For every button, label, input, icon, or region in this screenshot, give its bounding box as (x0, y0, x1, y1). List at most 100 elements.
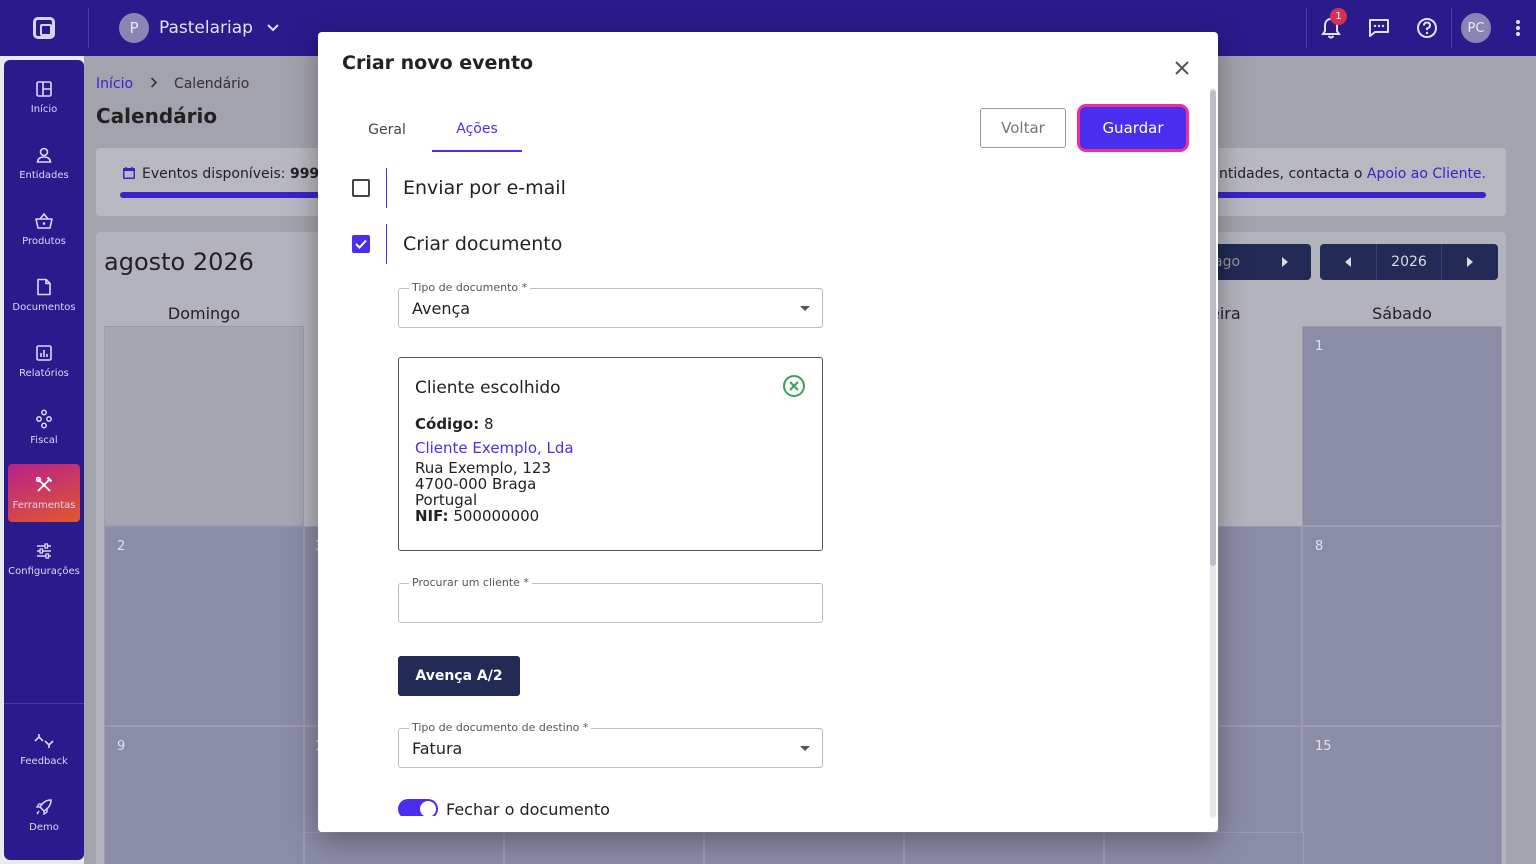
create-document-checkbox[interactable] (352, 235, 370, 253)
tab-geral[interactable]: Geral (342, 108, 432, 152)
create-document-label: Criar documento (403, 233, 563, 255)
tab-acoes[interactable]: Ações (432, 108, 522, 152)
dialog-title: Criar novo evento (342, 52, 534, 74)
document-type-label: Tipo de documento * (409, 281, 531, 294)
calendar-cell-bottom (904, 832, 1104, 864)
back-button[interactable]: Voltar (980, 108, 1066, 148)
rocket-icon (35, 798, 52, 815)
action-divider (386, 224, 387, 264)
chat-icon (1369, 19, 1389, 37)
action-create-document: Criar documento (352, 224, 562, 264)
sidebar-item-demo[interactable]: Demo (8, 786, 80, 844)
calendar-cell-7[interactable] (1218, 526, 1302, 726)
avatar: PC (1461, 13, 1491, 43)
sidebar-item-label: Entidades (19, 169, 69, 181)
close-button[interactable] (1170, 56, 1194, 80)
help-button[interactable] (1403, 0, 1451, 56)
dashboard-icon (36, 80, 52, 97)
sidebar-item-label: Produtos (22, 235, 66, 247)
sidebar-item-label: Documentos (12, 301, 76, 313)
selected-client-title: Cliente escolhido (415, 378, 561, 398)
client-address-line1: Rua Exemplo, 123 (415, 459, 551, 477)
events-available: Eventos disponíveis: 999 d (122, 166, 333, 182)
destination-document-type-label: Tipo de documento de destino * (409, 721, 592, 734)
support-link[interactable]: Apoio ao Cliente. (1367, 166, 1486, 182)
calendar-month-title: agosto 2026 (104, 248, 254, 276)
document-type-select[interactable]: Tipo de documento * Avença (398, 281, 823, 328)
sidebar-item-documentos[interactable]: Documentos (8, 266, 80, 324)
notifications-button[interactable]: 1 (1307, 0, 1355, 56)
tools-icon (35, 476, 53, 492)
more-button[interactable] (1500, 0, 1536, 56)
breadcrumb: Início Calendário (96, 76, 249, 92)
year-next-button[interactable] (1442, 244, 1498, 280)
sidebar-item-feedback[interactable]: Feedback (8, 720, 80, 778)
breadcrumb-separator-icon (150, 76, 162, 92)
breadcrumb-home[interactable]: Início (96, 76, 133, 92)
sidebar-item-label: Configurações (8, 565, 80, 577)
year-prev-button[interactable] (1320, 244, 1376, 280)
calendar-cell-15[interactable]: 15 (1302, 726, 1502, 864)
calendar-cell-empty (104, 326, 304, 526)
events-available-prefix: Eventos disponíveis: (142, 166, 290, 182)
document-series-button[interactable]: Avença A/2 (398, 656, 520, 696)
sliders-icon (37, 542, 51, 559)
company-selector[interactable]: P Pastelariap (119, 13, 279, 43)
calendar-cell-bottom (704, 832, 904, 864)
calendar-cell-9[interactable]: 9 (104, 726, 304, 864)
scrollbar-thumb[interactable] (1210, 90, 1216, 566)
app-logo[interactable] (0, 0, 88, 56)
sidebar-item-produtos[interactable]: Produtos (8, 200, 80, 258)
sidebar-item-label: Início (30, 103, 58, 115)
sidebar-item-relatorios[interactable]: Relatórios (8, 332, 80, 390)
year-navigator: 2026 (1320, 244, 1498, 280)
month-next-button[interactable] (1258, 244, 1311, 280)
hierarchy-icon (36, 409, 52, 428)
send-email-checkbox[interactable] (352, 179, 370, 197)
calendar-cell-8[interactable]: 8 (1302, 526, 1502, 726)
feedback-icon (34, 733, 54, 748)
remove-client-button[interactable] (782, 374, 806, 398)
dropdown-arrow-icon (800, 746, 810, 751)
sidebar-item-fiscal[interactable]: Fiscal (8, 398, 80, 456)
company-name: Pastelariap (159, 18, 253, 38)
sidebar-item-entidades[interactable]: Entidades (8, 134, 80, 192)
action-divider (386, 168, 387, 208)
client-code-label: Código: (415, 415, 480, 433)
calendar-cell-bottom (1104, 832, 1304, 864)
save-button[interactable]: Guardar (1080, 107, 1186, 149)
caret-left-icon (1345, 257, 1351, 267)
day-number: 9 (117, 739, 126, 754)
search-client-input[interactable]: Procurar um cliente * (398, 576, 823, 623)
sidebar-item-label: Demo (29, 821, 59, 833)
notification-badge: 1 (1330, 8, 1347, 25)
sidebar-item-inicio[interactable]: Início (8, 68, 80, 126)
cancel-circle-icon (783, 375, 805, 397)
document-icon (37, 278, 51, 295)
messages-button[interactable] (1355, 0, 1403, 56)
breadcrumb-current: Calendário (173, 76, 250, 92)
logo-icon (33, 17, 55, 39)
client-nif: NIF: 500000000 (415, 508, 574, 524)
destination-document-type-select[interactable]: Tipo de documento de destino * Fatura (398, 721, 823, 768)
caret-right-icon (1467, 257, 1473, 267)
sidebar-item-ferramentas[interactable]: Ferramentas (8, 464, 80, 522)
sidebar-item-label: Feedback (20, 755, 68, 767)
sidebar: Início Entidades Produtos Documentos Rel… (4, 60, 84, 860)
client-name-link[interactable]: Cliente Exemplo, Lda (415, 440, 574, 456)
user-menu[interactable]: PC (1452, 0, 1500, 56)
top-divider (88, 8, 89, 48)
check-icon (355, 239, 367, 249)
sidebar-item-label: Relatórios (19, 367, 69, 379)
sidebar-bottom: Feedback Demo (4, 703, 84, 852)
create-event-dialog: Criar novo evento Geral Ações Voltar Gua… (318, 32, 1218, 832)
sidebar-item-configuracoes[interactable]: Configurações (8, 530, 80, 588)
basket-icon (35, 212, 53, 229)
destination-document-type-value: Fatura (412, 739, 463, 758)
calendar-cell-1[interactable]: 1 (1302, 326, 1502, 526)
calendar-cell-2[interactable]: 2 (104, 526, 304, 726)
chevron-down-icon (267, 21, 279, 36)
year-nav-label: 2026 (1376, 244, 1442, 280)
bar-chart-icon (36, 344, 52, 361)
page-title: Calendário (96, 104, 218, 128)
